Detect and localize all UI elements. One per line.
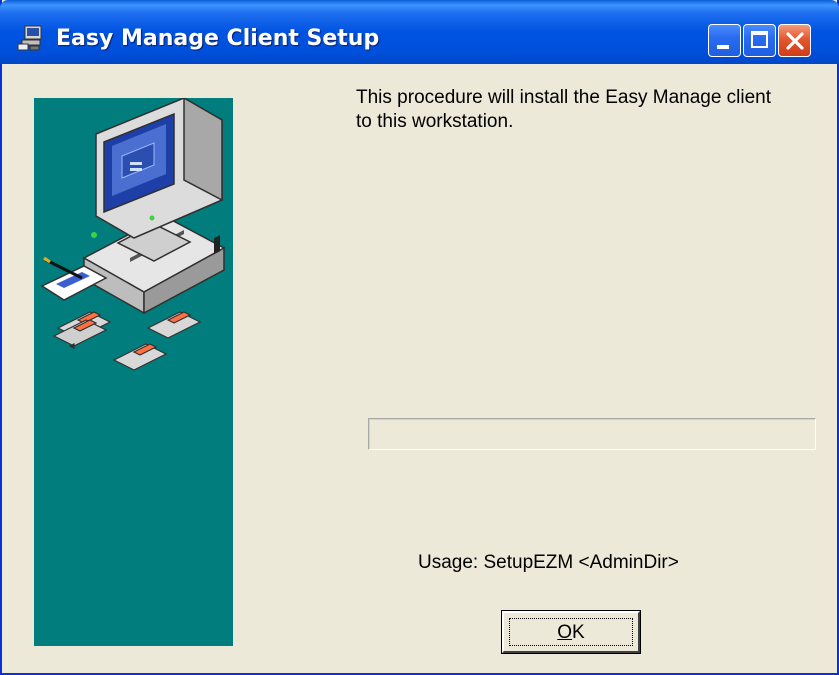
close-button[interactable] [778,24,811,57]
maximize-button[interactable] [743,24,776,57]
setup-computer-icon [17,25,42,51]
ok-button[interactable]: OK [501,610,641,654]
usage-text: Usage: SetupEZM <AdminDir> [418,552,679,573]
setup-dialog-window: Easy Manage Client Setup This procedure … [0,0,839,675]
side-illustration-panel [34,98,233,646]
install-progress-bar [368,418,816,450]
minimize-button[interactable] [708,24,741,57]
intro-text: This procedure will install the Easy Man… [356,86,826,134]
computer-with-floppy-disks-illustration [40,98,226,371]
title-bar[interactable]: Easy Manage Client Setup [0,0,839,64]
minimize-icon [717,45,729,49]
intro-line-2: to this workstation. [356,111,514,132]
intro-line-1: This procedure will install the Easy Man… [356,87,772,108]
window-title: Easy Manage Client Setup [56,26,380,51]
ok-button-label: OK [557,622,585,643]
maximize-icon [751,31,768,48]
close-icon [786,32,804,50]
